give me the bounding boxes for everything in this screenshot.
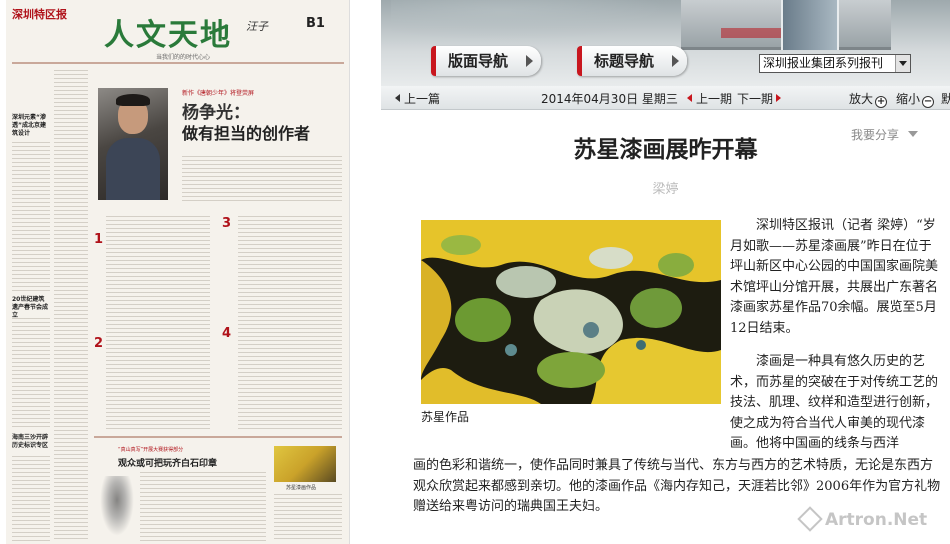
sidebar-headline[interactable]: 20世纪建筑遗产春节会成立: [12, 296, 48, 320]
plus-icon: +: [875, 96, 888, 108]
arrow-right-icon: [526, 55, 533, 67]
feature-subtitle[interactable]: 做有担当的创作者: [182, 120, 310, 144]
article-paragraph: 画的色彩和谐统一，使作品同时兼具了传统与当代、东方与西方的艺术特质，无论是东西方…: [413, 458, 941, 515]
title-navigation-tab[interactable]: 标题导航: [577, 46, 687, 76]
article-author: 梁婷: [652, 182, 679, 197]
building-banner-image: [681, 0, 891, 50]
next-issue-link[interactable]: 下一期: [737, 90, 782, 107]
header-banner: 版面导航 标题导航 深圳报业集团系列报刊: [381, 0, 950, 86]
section-number: 2: [94, 336, 104, 351]
title-navigation-label: 标题导航: [594, 52, 655, 70]
layout-navigation-tab[interactable]: 版面导航: [431, 46, 541, 76]
arrow-right-icon: [776, 94, 782, 102]
arrow-right-icon: [672, 55, 679, 67]
bottom-article-title[interactable]: 观众或可把玩齐白石印章: [118, 456, 217, 469]
newspaper-group-value: 深圳报业集团系列报刊: [763, 56, 884, 70]
previous-issue-label: 上一期: [696, 92, 733, 106]
reader-toolbar: 上一篇 2014年04月30日 星期三 上一期 下一期 放大 + 缩小 − 默: [381, 86, 950, 110]
watermark-text: Artron.Net: [825, 510, 928, 530]
section-slogan: 当我们的的时代心心: [156, 54, 211, 61]
page-number: B1: [306, 16, 325, 31]
previous-article-link[interactable]: 上一篇: [395, 90, 440, 107]
article-text-column: [106, 216, 210, 430]
article-paragraph: 深圳特区报讯（记者 梁婷）“岁月如歌——苏星漆画展”昨日在位于坪山新区中心公园的…: [730, 218, 939, 336]
article-paragraph: 漆画是一种具有悠久历史的艺术，而苏星的突破在于对传统工艺的技法、肌理、纹样和造型…: [730, 354, 939, 452]
zoom-out-label: 缩小: [896, 92, 921, 106]
feature-kicker: 新作《唐朝少年》将登荧屏: [182, 90, 255, 97]
toolbar-cutoff-text: 默: [941, 92, 950, 106]
sidebar-text-column: [12, 456, 50, 542]
issue-date: 2014年04月30日 星期三: [541, 92, 678, 106]
sidebar-headline[interactable]: 海南三沙开辟历史标识专区: [12, 434, 48, 450]
sidebar-text-column: [12, 142, 50, 292]
section-signature: 汪子: [246, 20, 268, 33]
artron-logo-icon: [797, 506, 823, 532]
bottom-text-column: [274, 494, 342, 542]
author-portrait: [98, 88, 168, 200]
section-number: 4: [222, 326, 232, 341]
newspaper-page: 深圳特区报 人文天地 汪子 当我们的的时代心心 B1 深圳元素“渗透”成北京建筑…: [6, 0, 350, 544]
newspaper-logo: 深圳特区报: [12, 8, 67, 21]
masthead-rule: [12, 62, 344, 64]
sidebar-text-column: [54, 70, 88, 540]
bottom-text-column: [140, 472, 266, 542]
article-text-column: [238, 216, 342, 430]
zoom-in-label: 放大: [849, 92, 874, 106]
chevron-down-icon[interactable]: [895, 55, 910, 72]
newspaper-group-select[interactable]: 深圳报业集团系列报刊: [759, 54, 911, 73]
article-body: 我要分享 苏星漆画展昨开幕 梁婷 苏星作品 深圳特区报讯（记者 梁婷）“岁月如歌…: [381, 110, 950, 544]
zoom-out-button[interactable]: 缩小 −: [896, 90, 935, 108]
article-headline: 苏星漆画展昨开幕: [573, 136, 758, 163]
section-number: 3: [222, 216, 232, 231]
feature-text-column: [182, 156, 342, 204]
bottom-image-caption: 苏星漆画作品: [286, 485, 317, 491]
section-number: 1: [94, 232, 104, 247]
previous-article-label: 上一篇: [404, 92, 441, 106]
layout-navigation-label: 版面导航: [448, 52, 509, 70]
lacquer-painting-image: [421, 220, 721, 404]
lacquer-painting-thumbnail[interactable]: [274, 446, 336, 482]
bottom-article-kicker: “真山真写”开展大赛获得部分: [118, 447, 184, 453]
article-reader: 版面导航 标题导航 深圳报业集团系列报刊 上一篇 2014年04月30日 星期三…: [381, 0, 950, 544]
minus-icon: −: [922, 96, 935, 108]
photo-caption: 苏星作品: [421, 410, 470, 424]
sidebar-headline[interactable]: 深圳元素“渗透”成北京建筑设计: [12, 114, 48, 138]
ink-painting-image: [100, 476, 134, 536]
newspaper-page-thumbnail[interactable]: 深圳特区报 人文天地 汪子 当我们的的时代心心 B1 深圳元素“渗透”成北京建筑…: [0, 0, 381, 544]
map-decoration: [391, 0, 671, 40]
arrow-left-icon: [687, 94, 692, 102]
arrow-left-icon: [395, 94, 400, 102]
previous-issue-link[interactable]: 上一期: [687, 90, 732, 107]
artron-watermark: Artron.Net: [797, 506, 928, 532]
section-title: 人文天地: [104, 18, 232, 53]
zoom-in-button[interactable]: 放大 +: [849, 90, 888, 108]
lacquer-painting-photo: [421, 220, 721, 404]
next-issue-label: 下一期: [737, 92, 774, 106]
sidebar-text-column: [12, 318, 50, 428]
